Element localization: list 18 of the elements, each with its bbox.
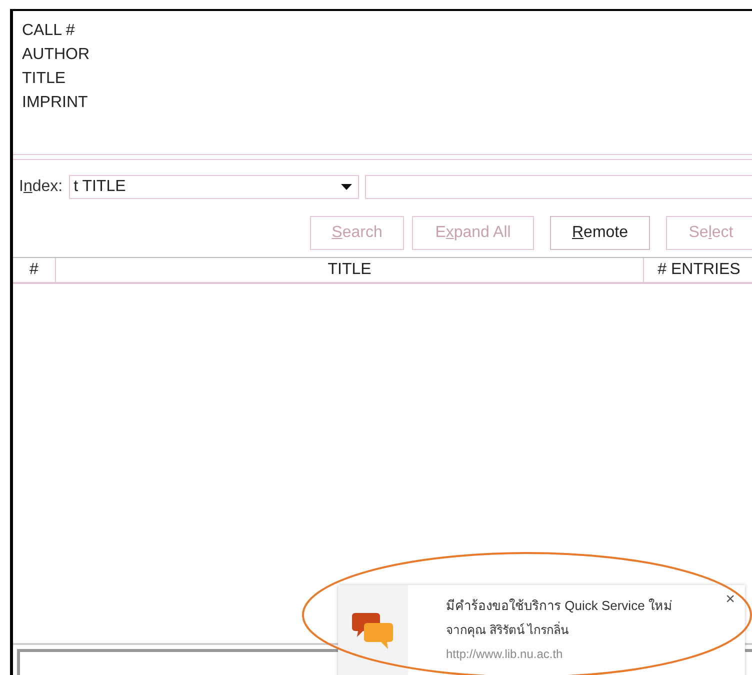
notification-message: จากคุณ สิริรัตน์ ไกรกลิ่น — [446, 620, 570, 640]
index-dropdown[interactable]: t TITLE — [68, 174, 359, 199]
close-button[interactable]: × — [726, 591, 735, 609]
column-header: # ENTRIES — [656, 260, 742, 280]
column-header: TITLE — [56, 258, 644, 282]
search-field[interactable] — [364, 174, 752, 199]
column-header: # — [13, 258, 56, 282]
record-field-label: TITLE — [22, 69, 67, 89]
caret-icon — [340, 184, 352, 190]
record-field-label: IMPRINT — [22, 93, 89, 113]
action-button[interactable]: Remote — [550, 216, 650, 250]
record-field-label: AUTHOR — [22, 45, 91, 65]
index-label: Index: — [19, 178, 63, 196]
notification-title: มีคำร้องขอใช้บริการ Quick Service ใหม่ — [446, 597, 674, 615]
chat-bubbles-icon — [351, 611, 395, 651]
notification-source: http://www.lib.nu.ac.th — [446, 646, 564, 663]
notification-popup[interactable]: มีคำร้องขอใช้บริการ Quick Service ใหม่ จากคุณ สิริรัตน์ ไกรกลิ่น http://www.lib.nu.ac.th × — [338, 585, 745, 675]
record-field-label: CALL # — [22, 21, 76, 41]
